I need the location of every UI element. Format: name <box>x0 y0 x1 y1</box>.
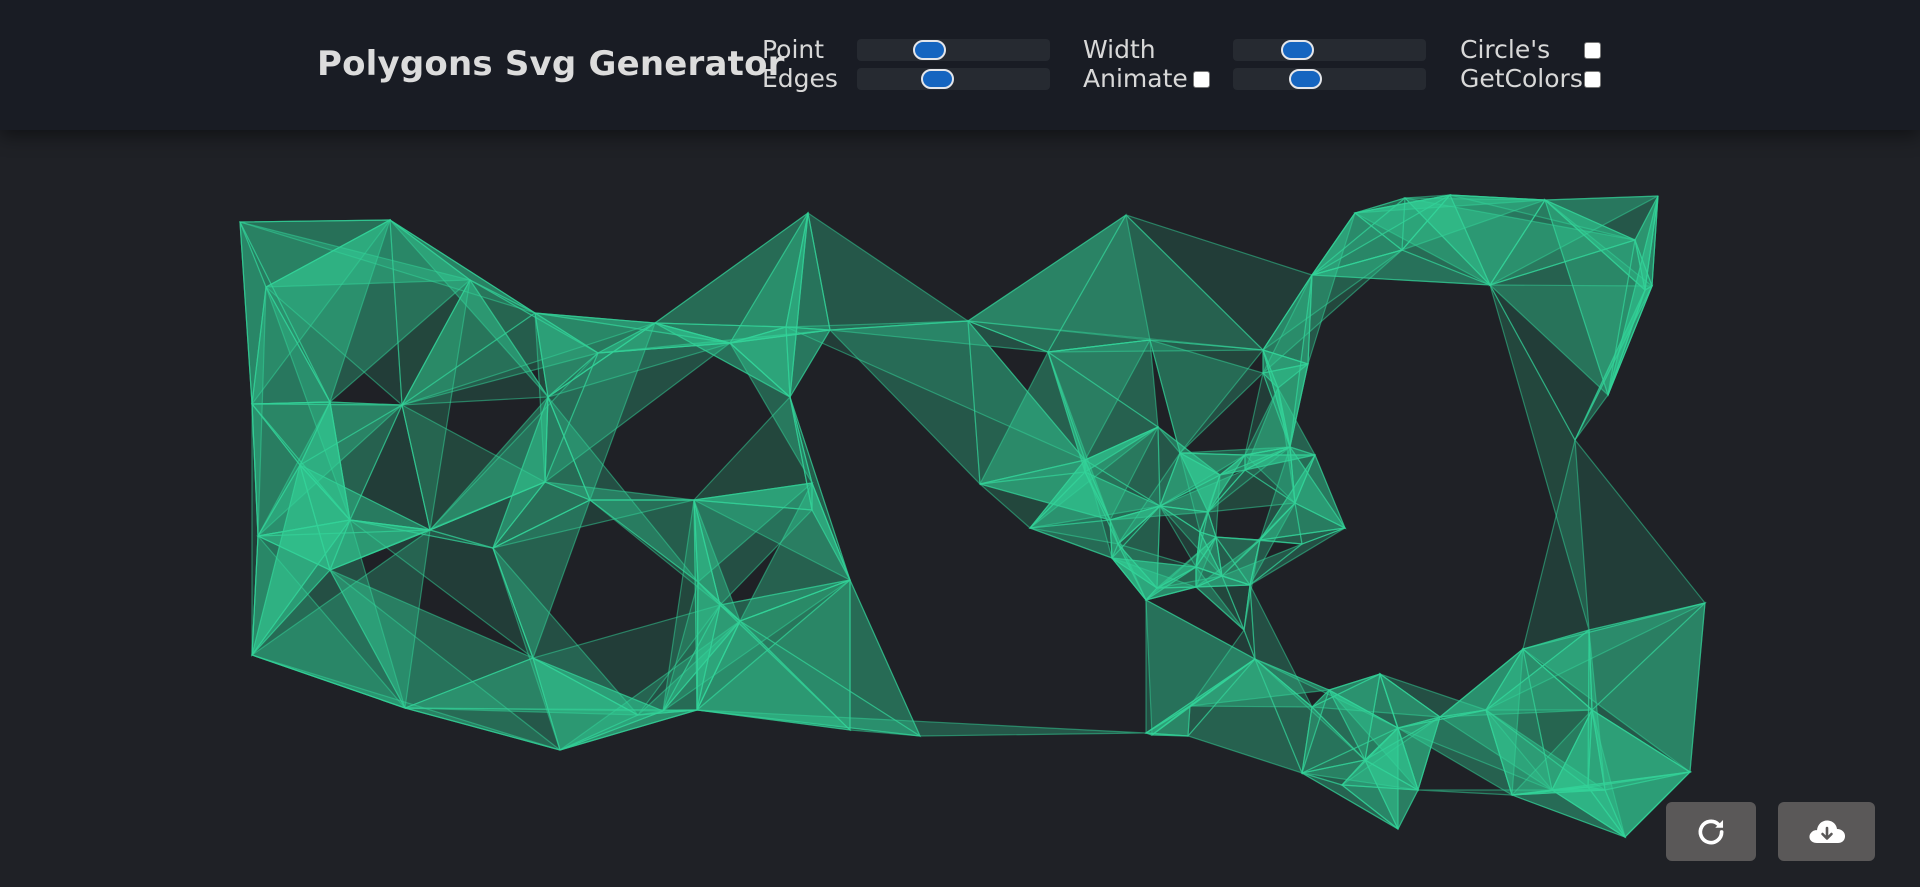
polygon-canvas <box>238 193 1708 839</box>
refresh-icon <box>1694 815 1728 849</box>
animate-checkbox[interactable] <box>1193 71 1210 88</box>
edges-label: Edges <box>762 64 838 93</box>
circles-checkbox[interactable] <box>1584 42 1601 59</box>
polygon-triangle <box>807 211 970 331</box>
polygon-mesh <box>238 193 1708 839</box>
polygon-triangle <box>653 211 809 328</box>
edges-slider[interactable] <box>857 68 1050 90</box>
point-slider[interactable] <box>857 39 1050 61</box>
animate-speed-slider-thumb[interactable] <box>1289 69 1322 89</box>
width-slider[interactable] <box>1233 39 1426 61</box>
getcolors-label: GetColors <box>1460 64 1583 93</box>
point-slider-thumb[interactable] <box>913 40 946 60</box>
download-button[interactable] <box>1778 802 1875 861</box>
refresh-button[interactable] <box>1666 802 1756 861</box>
getcolors-checkbox[interactable] <box>1584 71 1601 88</box>
animate-speed-slider[interactable] <box>1233 68 1426 90</box>
cloud-download-icon <box>1807 816 1847 848</box>
width-label: Width <box>1083 35 1156 64</box>
edges-slider-thumb[interactable] <box>921 69 954 89</box>
app-title: Polygons Svg Generator <box>317 44 785 84</box>
circles-label: Circle's <box>1460 35 1551 64</box>
polygon-triangle <box>696 709 1147 737</box>
animate-label: Animate <box>1083 64 1188 93</box>
width-slider-thumb[interactable] <box>1281 40 1314 60</box>
header-bar: Polygons Svg Generator Point Edges Width… <box>0 0 1920 130</box>
point-label: Point <box>762 35 825 64</box>
